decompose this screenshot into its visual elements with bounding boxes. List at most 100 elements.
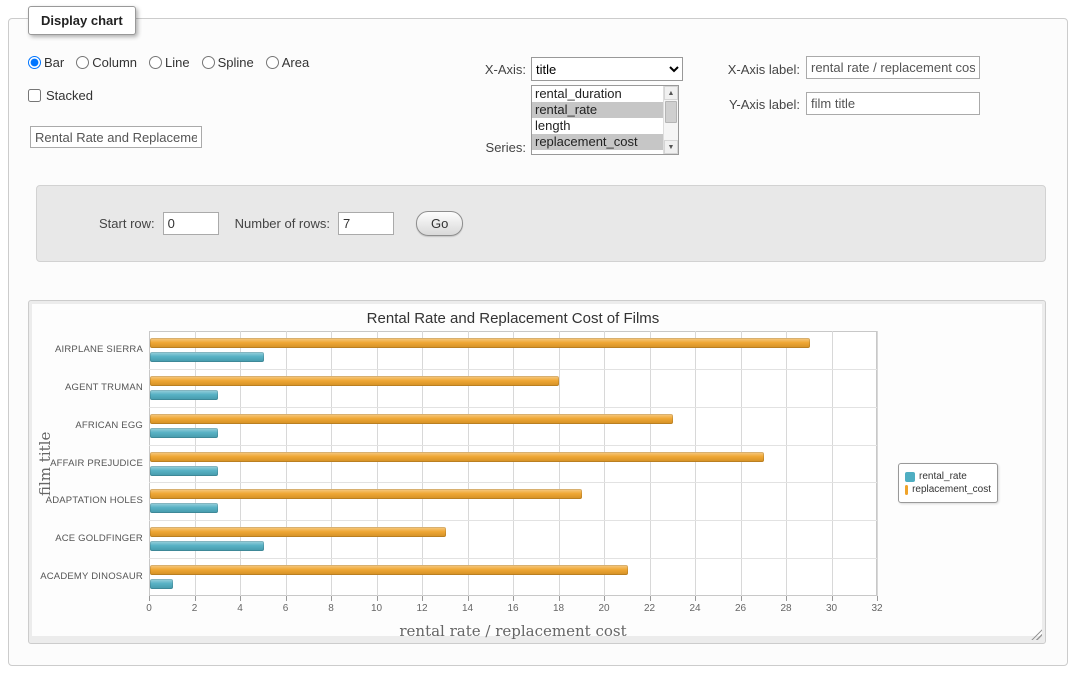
series-option-rental_rate[interactable]: rental_rate xyxy=(532,102,663,118)
chart-type-label: Area xyxy=(282,55,309,70)
gridline-vertical xyxy=(331,331,332,596)
bar-rental_rate[interactable] xyxy=(150,579,173,589)
scrollbar-thumb[interactable] xyxy=(665,101,677,123)
gridline-horizontal xyxy=(149,558,877,559)
chart-type-radios: Bar Column Line Spline Area xyxy=(28,55,309,70)
bar-replacement_cost[interactable] xyxy=(150,376,559,386)
x-tick-label: 26 xyxy=(726,603,756,614)
series-option-replacement_cost[interactable]: replacement_cost xyxy=(532,134,663,150)
gridline-vertical xyxy=(377,331,378,596)
gridline-vertical xyxy=(741,331,742,596)
x-tick-label: 6 xyxy=(271,603,301,614)
chart-type-radio-line[interactable] xyxy=(149,56,162,69)
go-button[interactable]: Go xyxy=(416,211,463,236)
chart-canvas: Rental Rate and Replacement Cost of Film… xyxy=(32,304,1042,636)
start-row-input[interactable] xyxy=(163,212,219,235)
chart-type-option-spline[interactable]: Spline xyxy=(202,55,254,70)
x-axis-tick xyxy=(877,596,878,601)
gridline-vertical xyxy=(832,331,833,596)
legend-label: rental_rate xyxy=(919,471,967,482)
gridline-vertical xyxy=(786,331,787,596)
y-axis-label-caption: Y-Axis label: xyxy=(700,97,800,112)
x-axis-tick xyxy=(786,596,787,601)
x-axis-title: rental rate / replacement cost xyxy=(149,622,877,640)
x-tick-label: 20 xyxy=(589,603,619,614)
bar-replacement_cost[interactable] xyxy=(150,338,810,348)
bar-replacement_cost[interactable] xyxy=(150,414,673,424)
series-scrollbar[interactable]: ▲ ▼ xyxy=(663,86,678,154)
x-axis-label-caption: X-Axis label: xyxy=(700,62,800,77)
bar-rental_rate[interactable] xyxy=(150,428,218,438)
start-row-caption: Start row: xyxy=(99,216,155,231)
gridline-vertical xyxy=(468,331,469,596)
x-tick-label: 22 xyxy=(635,603,665,614)
x-axis-tick xyxy=(741,596,742,601)
x-tick-label: 12 xyxy=(407,603,437,614)
x-axis-tick xyxy=(377,596,378,601)
y-axis-label-input[interactable] xyxy=(806,92,980,115)
series-option-length[interactable]: length xyxy=(532,118,663,134)
panel-legend: Display chart xyxy=(28,6,136,35)
x-axis-tick xyxy=(832,596,833,601)
legend-swatch-icon xyxy=(905,472,915,482)
chart-title-input[interactable] xyxy=(30,126,202,148)
chart-type-radio-area[interactable] xyxy=(266,56,279,69)
y-axis-title: film title xyxy=(36,331,54,596)
bar-rental_rate[interactable] xyxy=(150,352,264,362)
legend-item-replacement_cost[interactable]: replacement_cost xyxy=(905,484,991,495)
x-axis-tick xyxy=(195,596,196,601)
bar-rental_rate[interactable] xyxy=(150,503,218,513)
chart-type-radio-spline[interactable] xyxy=(202,56,215,69)
bar-replacement_cost[interactable] xyxy=(150,527,446,537)
chart-title: Rental Rate and Replacement Cost of Film… xyxy=(149,310,877,327)
legend-swatch-icon xyxy=(905,485,908,495)
gridline-vertical xyxy=(513,331,514,596)
x-axis-tick xyxy=(286,596,287,601)
series-field-caption: Series: xyxy=(430,140,526,155)
gridline-vertical xyxy=(604,331,605,596)
x-tick-label: 32 xyxy=(862,603,892,614)
chart-type-option-bar[interactable]: Bar xyxy=(28,55,64,70)
display-chart-page: Display chart Bar Column Line Spline Area St… xyxy=(0,0,1081,681)
chart-type-option-line[interactable]: Line xyxy=(149,55,190,70)
x-axis-tick xyxy=(422,596,423,601)
chart-type-radio-bar[interactable] xyxy=(28,56,41,69)
gridline-horizontal xyxy=(149,369,877,370)
x-axis-label-input[interactable] xyxy=(806,56,980,79)
num-rows-input[interactable] xyxy=(338,212,394,235)
x-axis-select[interactable]: title xyxy=(531,57,683,81)
legend-item-rental_rate[interactable]: rental_rate xyxy=(905,471,991,482)
x-axis-tick xyxy=(604,596,605,601)
stacked-checkbox[interactable] xyxy=(28,89,41,102)
scroll-down-icon[interactable]: ▼ xyxy=(664,140,678,154)
x-axis-tick xyxy=(650,596,651,601)
bar-replacement_cost[interactable] xyxy=(150,565,628,575)
x-axis-tick xyxy=(559,596,560,601)
series-multiselect[interactable]: rental_durationrental_ratelengthreplacem… xyxy=(531,85,679,155)
bar-replacement_cost[interactable] xyxy=(150,452,764,462)
gridline-vertical xyxy=(650,331,651,596)
chart-type-radio-column[interactable] xyxy=(76,56,89,69)
x-tick-label: 2 xyxy=(180,603,210,614)
chart-type-label: Spline xyxy=(218,55,254,70)
scroll-up-icon[interactable]: ▲ xyxy=(664,86,678,100)
chart-type-label: Line xyxy=(165,55,190,70)
x-tick-label: 10 xyxy=(362,603,392,614)
stacked-option[interactable]: Stacked xyxy=(28,88,93,103)
x-tick-label: 14 xyxy=(453,603,483,614)
resize-handle-icon[interactable] xyxy=(1030,628,1042,640)
bar-replacement_cost[interactable] xyxy=(150,489,582,499)
bar-rental_rate[interactable] xyxy=(150,466,218,476)
chart-legend: rental_rate replacement_cost xyxy=(898,463,998,503)
chart-type-option-area[interactable]: Area xyxy=(266,55,309,70)
gridline-vertical xyxy=(286,331,287,596)
gridline-vertical xyxy=(695,331,696,596)
gridline-vertical xyxy=(422,331,423,596)
chart-type-option-column[interactable]: Column xyxy=(76,55,137,70)
gridline-vertical xyxy=(877,331,878,596)
gridline-horizontal xyxy=(149,445,877,446)
series-option-rental_duration[interactable]: rental_duration xyxy=(532,86,663,102)
x-tick-label: 24 xyxy=(680,603,710,614)
bar-rental_rate[interactable] xyxy=(150,541,264,551)
bar-rental_rate[interactable] xyxy=(150,390,218,400)
